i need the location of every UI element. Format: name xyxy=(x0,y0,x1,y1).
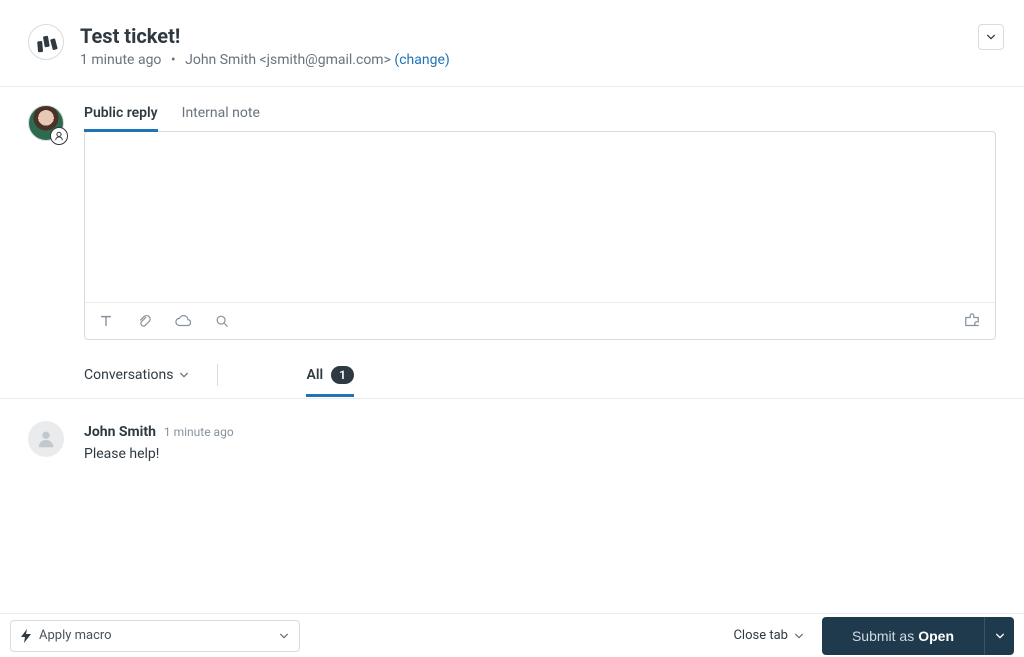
close-tab-button[interactable]: Close tab xyxy=(733,628,804,643)
header-meta: 1 minute ago • John Smith <jsmith@gmail.… xyxy=(80,52,978,68)
message-body: John Smith 1 minute ago Please help! xyxy=(84,421,996,462)
submit-status: Open xyxy=(918,628,954,644)
reply-right: Public reply Internal note xyxy=(84,105,996,340)
filter-all-label: All xyxy=(306,367,323,383)
search-button[interactable] xyxy=(215,314,229,328)
apply-macro-dropdown[interactable]: Apply macro xyxy=(10,620,300,652)
agent-badge-icon xyxy=(50,127,68,145)
message-row: John Smith 1 minute ago Please help! xyxy=(0,399,1024,462)
chevron-down-icon xyxy=(179,370,189,380)
text-icon xyxy=(99,314,113,328)
change-requester-link[interactable]: (change) xyxy=(394,52,449,68)
tab-public-reply[interactable]: Public reply xyxy=(84,105,158,132)
message-avatar[interactable] xyxy=(28,421,64,457)
lightning-icon xyxy=(21,629,31,643)
ticket-time-ago: 1 minute ago xyxy=(80,52,161,68)
chevron-down-icon xyxy=(794,631,804,641)
apply-macro-label: Apply macro xyxy=(39,628,112,643)
cloud-icon xyxy=(175,314,191,328)
message-author: John Smith xyxy=(84,424,156,440)
ticket-header: Test ticket! 1 minute ago • John Smith <… xyxy=(0,0,1024,87)
submit-group: Submit as Open xyxy=(822,617,1014,655)
submit-dropdown-button[interactable] xyxy=(984,617,1014,655)
vertical-separator xyxy=(217,364,218,386)
submit-button[interactable]: Submit as Open xyxy=(822,617,984,655)
cloud-button[interactable] xyxy=(175,314,191,328)
attach-file-button[interactable] xyxy=(137,314,151,328)
requester-name-email: John Smith <jsmith@gmail.com> xyxy=(185,52,391,68)
puzzle-icon xyxy=(963,313,981,329)
search-icon xyxy=(215,314,229,328)
tab-internal-note[interactable]: Internal note xyxy=(182,105,260,132)
close-tab-label: Close tab xyxy=(733,628,788,643)
chevron-down-icon xyxy=(995,631,1005,641)
composer-textarea[interactable] xyxy=(85,132,995,302)
filter-tab-all[interactable]: All 1 xyxy=(306,366,353,397)
header-main: Test ticket! 1 minute ago • John Smith <… xyxy=(80,24,978,68)
conversation-filter-row: Conversations All 1 xyxy=(0,340,1024,399)
conversations-dropdown[interactable]: Conversations xyxy=(84,367,189,383)
logo-icon xyxy=(36,35,57,49)
ticket-footer: Apply macro Close tab Submit as Open xyxy=(0,613,1024,657)
header-actions-button[interactable] xyxy=(978,24,1004,50)
chevron-down-icon xyxy=(279,631,289,641)
submit-prefix: Submit as xyxy=(852,628,914,644)
composer xyxy=(84,131,996,340)
agent-avatar[interactable] xyxy=(28,105,64,141)
paperclip-icon xyxy=(137,314,151,328)
format-text-button[interactable] xyxy=(99,314,113,328)
reply-tabs: Public reply Internal note xyxy=(84,105,996,132)
conversations-label: Conversations xyxy=(84,367,173,383)
requester-avatar[interactable] xyxy=(28,24,64,60)
ticket-title: Test ticket! xyxy=(80,24,978,48)
message-text: Please help! xyxy=(84,446,996,462)
message-time: 1 minute ago xyxy=(164,425,234,439)
apps-button[interactable] xyxy=(963,313,981,329)
composer-toolbar xyxy=(85,302,995,339)
reply-area: Public reply Internal note xyxy=(0,87,1024,340)
user-icon xyxy=(35,428,57,450)
meta-separator-icon: • xyxy=(171,52,176,68)
filter-all-count: 1 xyxy=(331,366,354,384)
chevron-down-icon xyxy=(986,32,996,42)
